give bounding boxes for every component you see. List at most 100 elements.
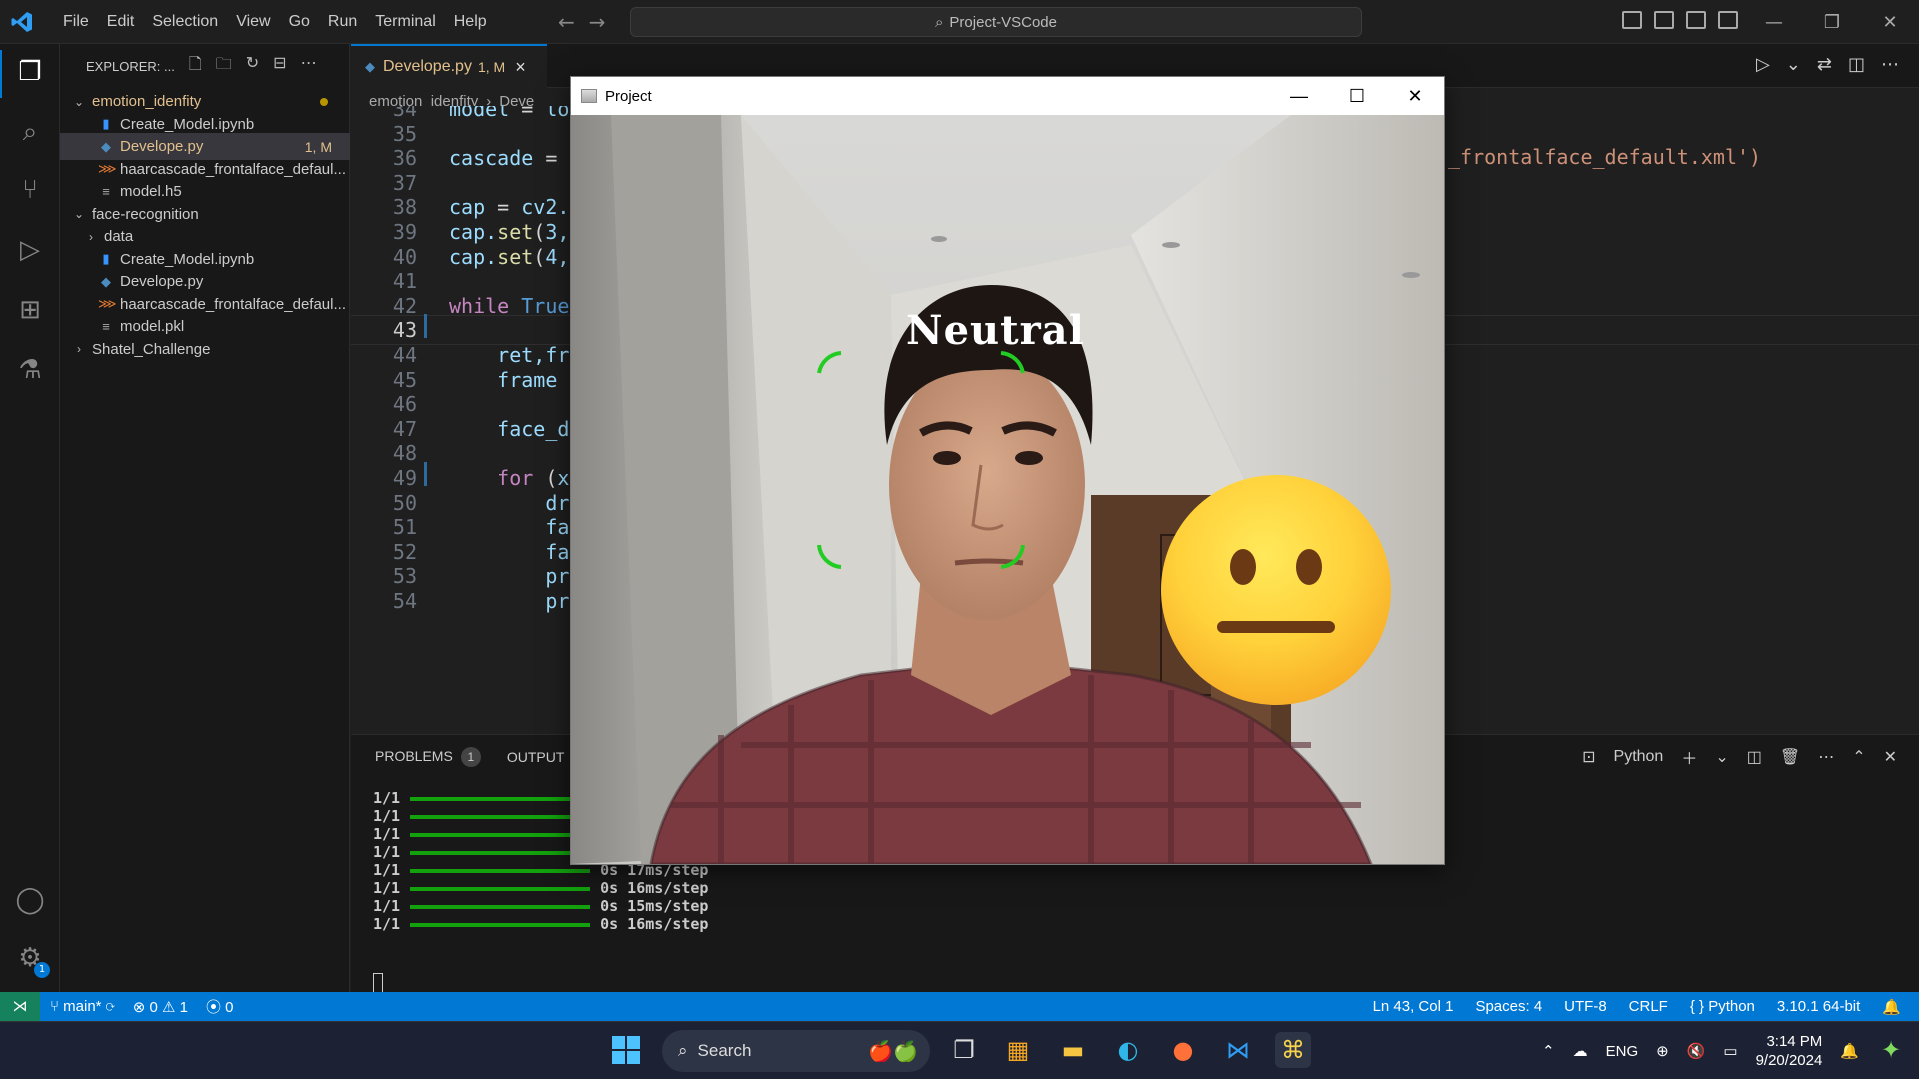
taskbar-search[interactable]: ⌕ Search 🍎🍏 bbox=[662, 1030, 930, 1072]
more-actions-icon[interactable]: ⋯ bbox=[1881, 54, 1899, 75]
split-terminal-icon[interactable]: ◫ bbox=[1747, 747, 1762, 767]
restore-button[interactable]: ❐ bbox=[1803, 0, 1861, 44]
tree-item-label: face-recognition bbox=[92, 205, 199, 223]
line-ending[interactable]: CRLF bbox=[1629, 998, 1668, 1015]
trash-icon[interactable]: 🗑 bbox=[1780, 747, 1800, 767]
source-control-icon[interactable]: ⑂ bbox=[14, 174, 46, 206]
tab-output[interactable]: OUTPUT bbox=[507, 749, 565, 765]
language-indicator[interactable]: ENG bbox=[1606, 1043, 1639, 1060]
vscode-logo-icon[interactable] bbox=[10, 10, 34, 34]
back-arrow-icon[interactable]: ← bbox=[558, 10, 575, 34]
notification-bell-icon[interactable]: 🔔 bbox=[1882, 998, 1901, 1016]
command-center[interactable]: ⌕ Project-VSCode bbox=[630, 7, 1362, 37]
menu-file[interactable]: File bbox=[54, 13, 98, 31]
battery-icon[interactable]: ▭ bbox=[1723, 1042, 1737, 1060]
new-file-icon[interactable]: 🗋 bbox=[189, 53, 202, 80]
problems-status[interactable]: ⊗ 0 ⚠ 1 bbox=[133, 998, 188, 1016]
xml-file-icon: ⋙ bbox=[98, 161, 117, 176]
account-icon[interactable]: ◯ bbox=[14, 884, 46, 916]
vscode-taskbar-icon[interactable]: ⋈ bbox=[1220, 1032, 1256, 1068]
branch-status[interactable]: ⑂ main* ⟳ bbox=[50, 998, 115, 1015]
notebook-file-icon: ▮ bbox=[102, 116, 110, 131]
terminal-shell-label[interactable]: Python bbox=[1614, 748, 1664, 766]
minimize-button[interactable]: — bbox=[1270, 77, 1328, 115]
menu-view[interactable]: View bbox=[227, 13, 279, 31]
menu-run[interactable]: Run bbox=[319, 13, 366, 31]
chevron-right-icon: › bbox=[77, 342, 81, 356]
new-terminal-icon[interactable]: ＋ bbox=[1681, 745, 1697, 769]
close-button[interactable]: ✕ bbox=[1861, 0, 1919, 44]
run-python-icon[interactable]: ▷ bbox=[1756, 54, 1770, 75]
forward-arrow-icon[interactable]: → bbox=[589, 10, 606, 34]
system-tray: ⌃ ☁ ENG ⊕ 🔇 ▭ 3:14 PM 9/20/2024 🔔 bbox=[1542, 1022, 1859, 1079]
warning-count: 1 bbox=[179, 998, 188, 1016]
status-right: Ln 43, Col 1 Spaces: 4 UTF-8 CRLF { } Py… bbox=[1373, 992, 1901, 1021]
volume-muted-icon[interactable]: 🔇 bbox=[1687, 1042, 1706, 1060]
explorer-header: EXPLORER: ... 🗋 🗀 ↻ ⊟ ⋯ bbox=[60, 44, 349, 88]
tab-develope-py[interactable]: ◆ Develope.py 1, M × bbox=[351, 44, 547, 88]
collapse-all-icon[interactable]: ⊟ bbox=[273, 53, 286, 80]
toggle-primary-sidebar-icon[interactable] bbox=[1622, 11, 1642, 29]
more-actions-icon[interactable]: ⋯ bbox=[301, 53, 317, 80]
menu-selection[interactable]: Selection bbox=[143, 13, 227, 31]
python-taskbar-icon[interactable]: ⌘ bbox=[1275, 1032, 1311, 1068]
store-icon[interactable]: ▦ bbox=[1000, 1032, 1036, 1068]
clock[interactable]: 3:14 PM 9/20/2024 bbox=[1756, 1032, 1823, 1070]
interpreter[interactable]: 3.10.1 64-bit bbox=[1777, 998, 1860, 1015]
run-debug-icon[interactable]: ▷ bbox=[14, 234, 46, 266]
toggle-panel-icon[interactable] bbox=[1654, 11, 1674, 29]
chevron-up-icon[interactable]: ⌃ bbox=[1542, 1042, 1555, 1060]
maximize-button[interactable]: ☐ bbox=[1328, 77, 1386, 115]
remote-icon[interactable]: ⋊ bbox=[0, 992, 40, 1021]
edge-icon[interactable]: ◐ bbox=[1110, 1032, 1146, 1068]
minimize-button[interactable]: — bbox=[1745, 0, 1803, 44]
problems-count: 1 bbox=[460, 747, 481, 767]
windows-start-icon[interactable] bbox=[608, 1032, 644, 1068]
file-explorer-icon[interactable]: ▬ bbox=[1055, 1032, 1091, 1068]
neutral-face-emoji-icon bbox=[1161, 475, 1391, 705]
close-button[interactable]: ✕ bbox=[1386, 77, 1444, 115]
maximize-panel-icon[interactable]: ⌃ bbox=[1852, 747, 1865, 767]
network-icon[interactable]: ⊕ bbox=[1656, 1042, 1669, 1060]
line-number: 54 bbox=[392, 589, 417, 613]
split-editor-icon[interactable]: ◫ bbox=[1848, 54, 1865, 75]
menu-edit[interactable]: Edit bbox=[98, 13, 144, 31]
encoding[interactable]: UTF-8 bbox=[1564, 998, 1607, 1015]
chevron-down-icon[interactable]: ⌄ bbox=[1786, 54, 1801, 75]
tab-close-icon[interactable]: × bbox=[515, 57, 526, 78]
cursor-position[interactable]: Ln 43, Col 1 bbox=[1373, 998, 1454, 1015]
ports-status[interactable]: ⦿ 0 bbox=[206, 996, 234, 1017]
testing-icon[interactable]: ⚗ bbox=[14, 354, 46, 386]
tree-item-label: data bbox=[104, 228, 134, 245]
clock-date: 9/20/2024 bbox=[1755, 1052, 1823, 1069]
more-actions-icon[interactable]: ⋯ bbox=[1818, 747, 1834, 767]
close-panel-icon[interactable]: ✕ bbox=[1884, 747, 1897, 767]
tree-item-label: model.pkl bbox=[120, 318, 185, 335]
firefox-icon[interactable]: ● bbox=[1165, 1032, 1201, 1068]
new-folder-icon[interactable]: 🗀 bbox=[216, 53, 232, 80]
menu-help[interactable]: Help bbox=[445, 13, 496, 31]
tab-problems[interactable]: PROBLEMS 1 bbox=[375, 747, 481, 767]
onedrive-icon[interactable]: ☁ bbox=[1573, 1042, 1588, 1060]
command-center-label: Project-VSCode bbox=[949, 13, 1057, 31]
task-view-icon[interactable]: ❐ bbox=[946, 1032, 982, 1068]
file-status-badge: 1, M bbox=[304, 138, 332, 155]
menu-terminal[interactable]: Terminal bbox=[366, 13, 444, 31]
language-mode[interactable]: { } Python bbox=[1690, 998, 1755, 1015]
explorer-icon[interactable]: ❐ bbox=[14, 56, 46, 88]
customize-layout-icon[interactable] bbox=[1718, 11, 1738, 29]
tree-folder[interactable]: › Shatel_Challenge bbox=[60, 336, 350, 363]
indentation[interactable]: Spaces: 4 bbox=[1475, 998, 1542, 1015]
project-window[interactable]: Project — ☐ ✕ Neutral bbox=[570, 76, 1445, 865]
copilot-icon[interactable]: ✦ bbox=[1873, 1032, 1909, 1068]
notifications-icon[interactable]: 🔔 bbox=[1840, 1042, 1859, 1060]
refresh-icon[interactable]: ↻ bbox=[246, 53, 259, 80]
extensions-icon[interactable]: ⊞ bbox=[14, 294, 46, 326]
project-window-titlebar[interactable]: Project — ☐ ✕ bbox=[571, 77, 1444, 115]
tree-item-label: model.h5 bbox=[120, 183, 182, 200]
compare-icon[interactable]: ⇄ bbox=[1817, 54, 1832, 75]
menu-go[interactable]: Go bbox=[280, 13, 319, 31]
toggle-secondary-sidebar-icon[interactable] bbox=[1686, 11, 1706, 29]
chevron-down-icon[interactable]: ⌄ bbox=[1715, 747, 1728, 767]
search-icon[interactable]: ⌕ bbox=[14, 116, 46, 148]
